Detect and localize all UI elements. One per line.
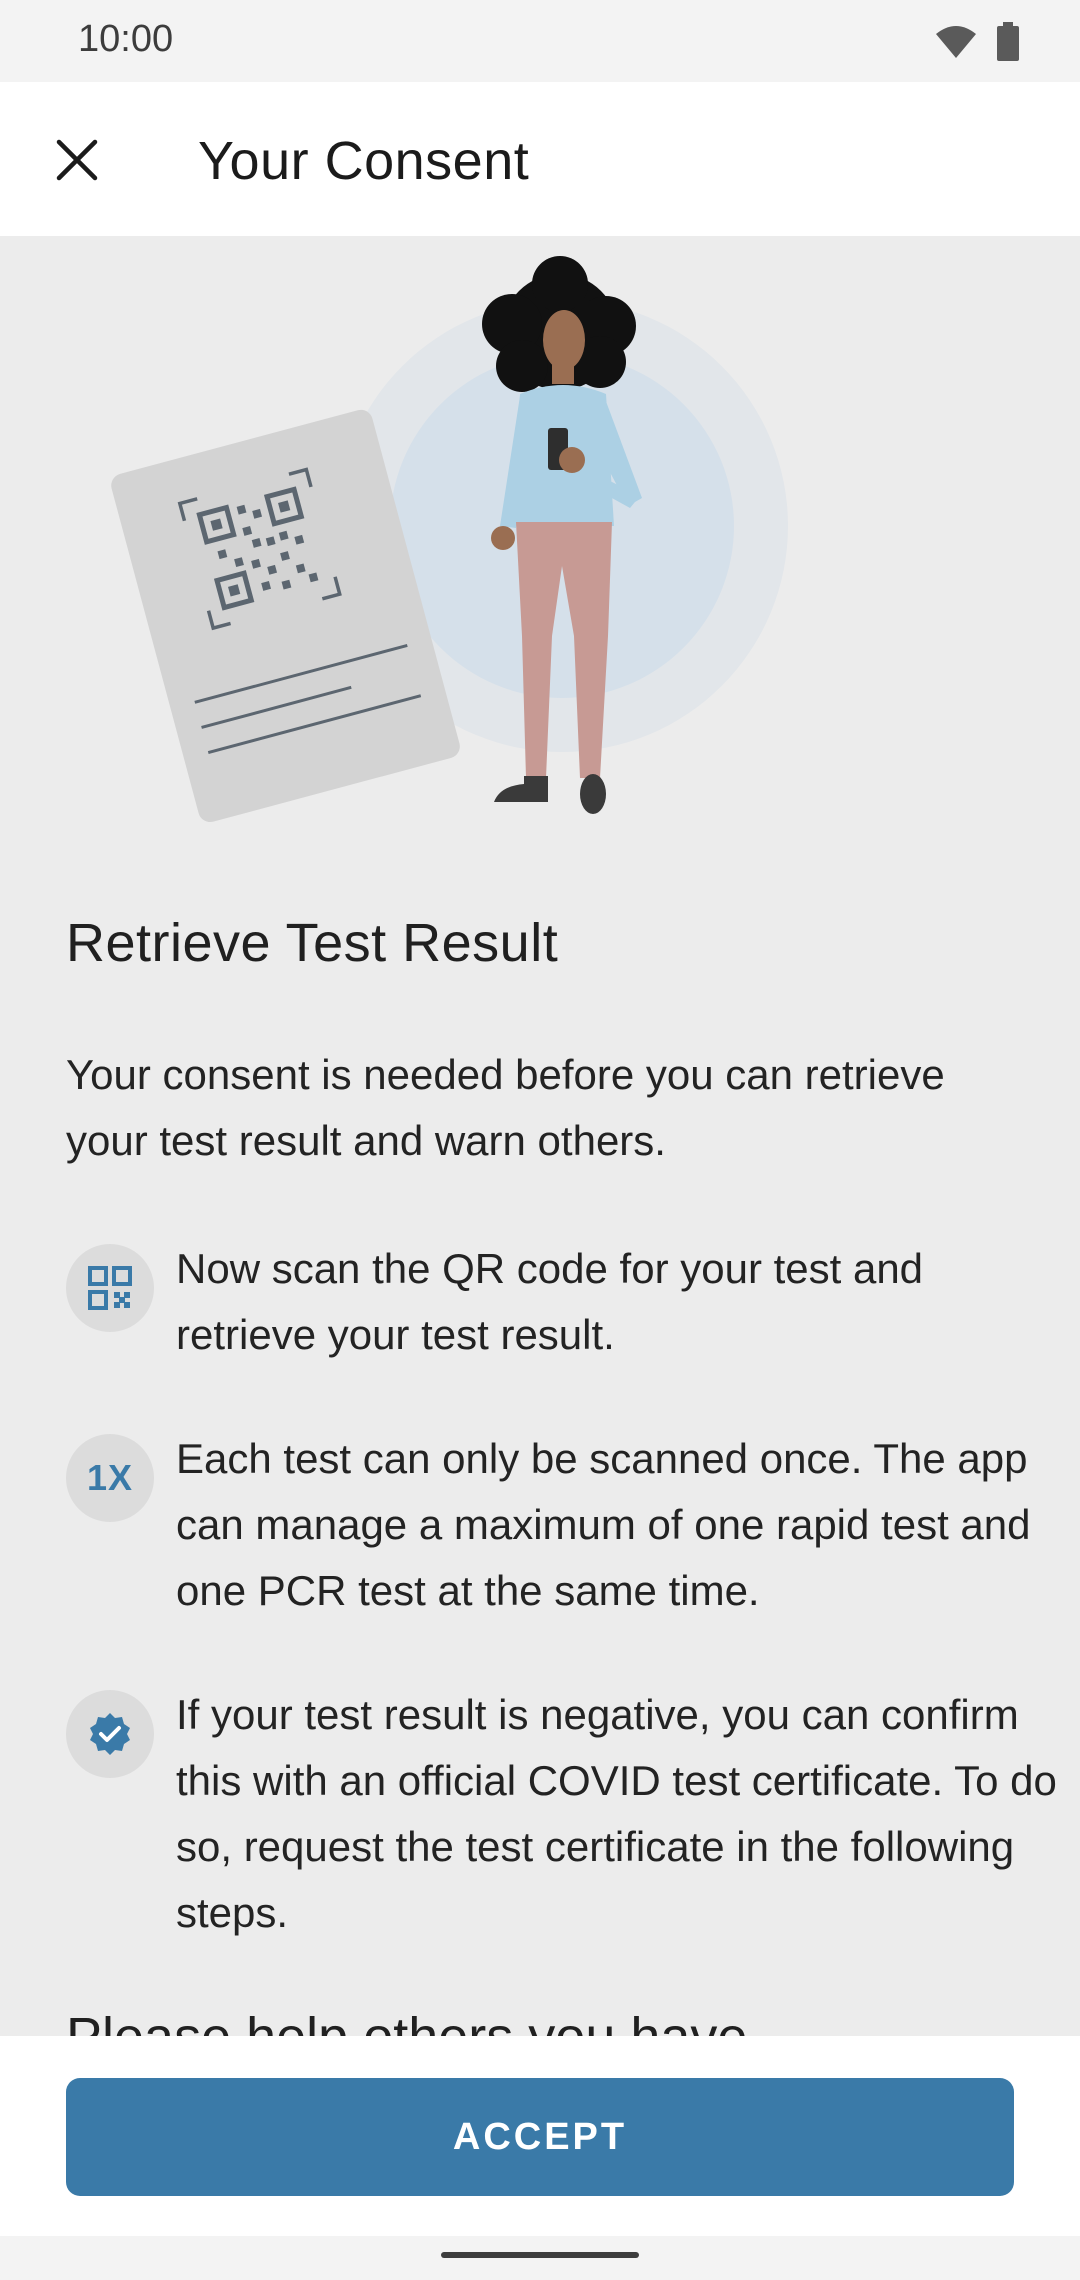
intro-text: Your consent is needed before you can re… [66,1051,945,1164]
footer: ACCEPT [0,2036,1080,2236]
close-button[interactable] [36,124,118,196]
status-time: 10:00 [78,18,174,60]
navigation-bar [0,2236,1080,2280]
verified-badge-icon [66,1690,154,1778]
home-gesture-handle[interactable] [441,2252,639,2258]
next-section-heading: Please help others you have [66,2006,747,2036]
bullet-text: Each test can only be scanned once. The … [176,1435,1031,1614]
wifi-icon [936,26,976,58]
bullet-text: If your test result is negative, you can… [176,1691,1057,1936]
qr-code-icon [66,1244,154,1332]
status-bar: 10:00 [0,0,1080,82]
consent-illustration [111,256,788,823]
page-title: Your Consent [198,131,530,191]
accept-button[interactable]: ACCEPT [66,2078,1014,2196]
status-icons [934,22,1020,62]
once-icon-label: 1X [86,1457,134,1498]
section-title: Retrieve Test Result [66,913,559,973]
consent-scroll-content[interactable]: Retrieve Test Result Your consent is nee… [0,236,1080,2036]
battery-icon [997,22,1019,61]
bullet-text: Now scan the QR code for your test and r… [176,1245,924,1358]
app-bar: Your Consent [0,82,1080,236]
close-icon [56,139,98,181]
once-icon: 1X [66,1434,154,1522]
